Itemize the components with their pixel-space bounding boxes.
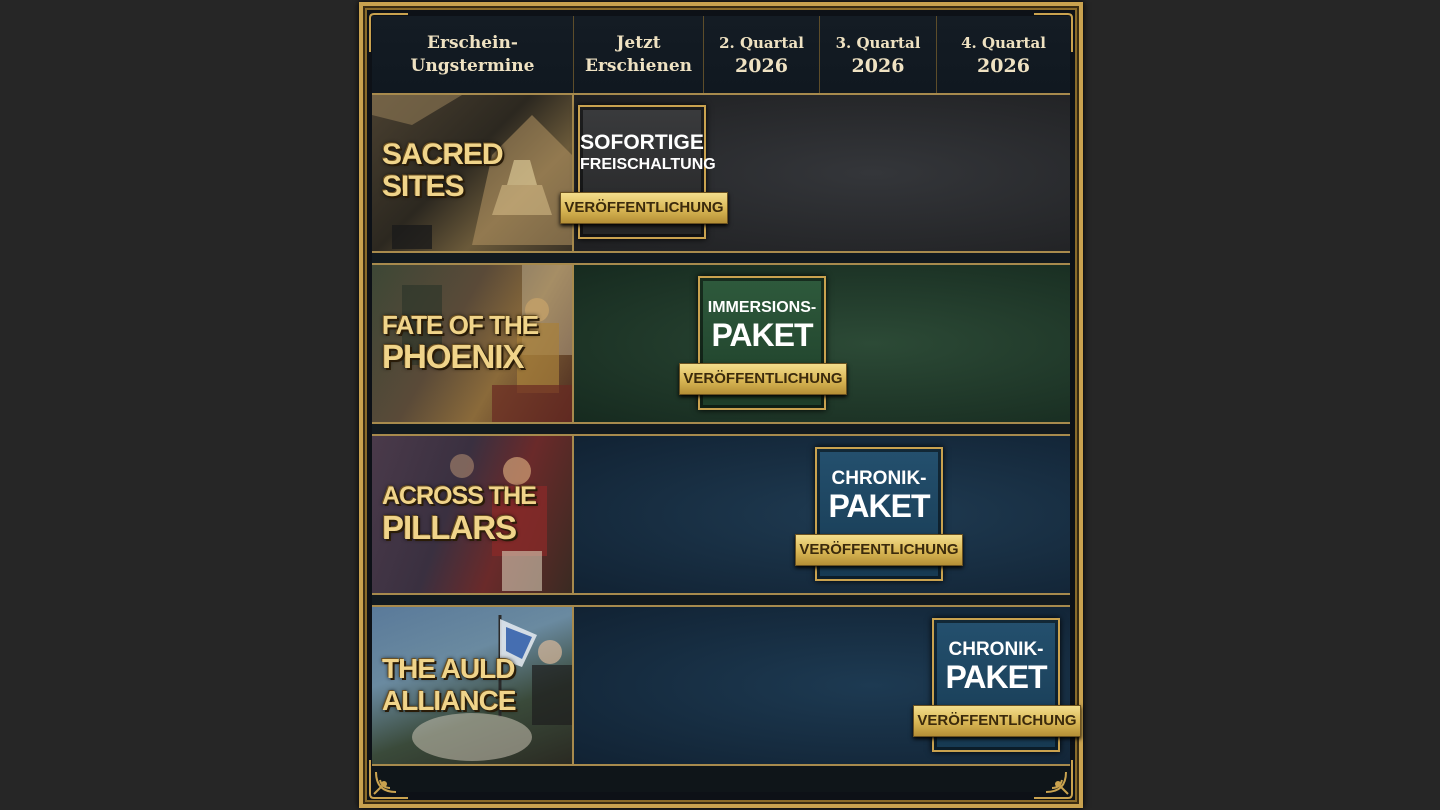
roadmap-row-across-the-pillars: ACROSS THE PILLARS CHRONIK- PAKET VERÖFF… [372,436,1070,593]
card-line1: CHRONIK- [948,639,1044,660]
card-line1: IMMERSIONS- [707,299,817,316]
sacred-sites-track: SOFORTIGE FREISCHALTUNG VERÖFFENTLICHUNG [560,95,1070,251]
dlc-title-line2: ALLIANCE [382,685,517,716]
dlc-title-line2: PILLARS [382,509,517,546]
quarter-year: 2026 [977,54,1030,77]
card-line2: PAKET [828,488,930,524]
roadmap-row-sacred-sites: SACRED SITES SOFORTIGE FREISCHALTUNG VER… [372,95,1070,251]
row-gap [372,424,1070,434]
dlc-title-line2: SITES [382,170,465,203]
quarter-label: 3. Quartal [835,33,921,52]
dlc-title: ACROSS THE PILLARS [382,480,537,546]
card-line1: SOFORTIGE [580,131,704,154]
quarter-year: 2026 [851,54,905,77]
pillars-track: CHRONIK- PAKET VERÖFFENTLICHUNG [574,436,1070,593]
release-badge: VERÖFFENTLICHUNG [560,192,728,224]
pillars-artwork: ACROSS THE PILLARS [372,436,574,593]
release-badge: VERÖFFENTLICHUNG [795,534,963,566]
auld-alliance-artwork: THE AULD ALLIANCE [372,607,574,764]
header-quarter-3: 3. Quartal 2026 [820,16,937,93]
header-quarter-4: 4. Quartal 2026 [937,16,1070,93]
quarter-label: 4. Quartal [961,33,1046,52]
dlc-title-line1: SACRED [382,138,504,171]
dlc-title-line2: PHOENIX [382,338,525,375]
header-release-dates: Erschein- Ungstermine [372,16,574,93]
card-line1: CHRONIK- [831,468,927,489]
release-badge: VERÖFFENTLICHUNG [913,705,1081,737]
quarter-year: 2026 [735,54,788,77]
card-line2: PAKET [711,317,813,353]
auld-alliance-track: CHRONIK- PAKET VERÖFFENTLICHUNG [574,607,1081,764]
dlc-title: SACRED SITES [382,138,504,203]
row-gap [372,253,1070,263]
phoenix-artwork: FATE OF THE PHOENIX [372,265,574,422]
row-divider [372,764,1070,766]
card-line2: PAKET [945,659,1047,695]
header-release-dates-label: Erschein- Ungstermine [410,32,535,76]
phoenix-track: IMMERSIONS- PAKET VERÖFFENTLICHUNG [574,265,1070,422]
dlc-title-line1: THE AULD [382,653,516,684]
dlc-title: FATE OF THE PHOENIX [382,309,539,375]
release-badge: VERÖFFENTLICHUNG [679,363,847,395]
sacred-sites-artwork: SACRED SITES [372,95,574,251]
roadmap-row-the-auld-alliance: THE AULD ALLIANCE CHRONIK- PAKET VERÖFFE… [372,607,1081,764]
header-now-released: Jetzt Erschienen [574,16,704,93]
card-line2: FREISCHALTUNG [580,156,716,173]
header-now-released-label: Jetzt Erschienen [584,32,692,76]
dlc-title: THE AULD ALLIANCE [382,653,517,717]
dlc-title-line1: ACROSS THE [382,482,537,510]
roadmap-row-fate-of-the-phoenix: FATE OF THE PHOENIX IMMERSIONS- PAKET VE… [372,265,1070,422]
row-gap [372,595,1070,605]
dlc-title-line1: FATE OF THE [382,310,539,340]
quarter-label: 2. Quartal [719,33,804,52]
header-quarter-2: 2. Quartal 2026 [704,16,820,93]
